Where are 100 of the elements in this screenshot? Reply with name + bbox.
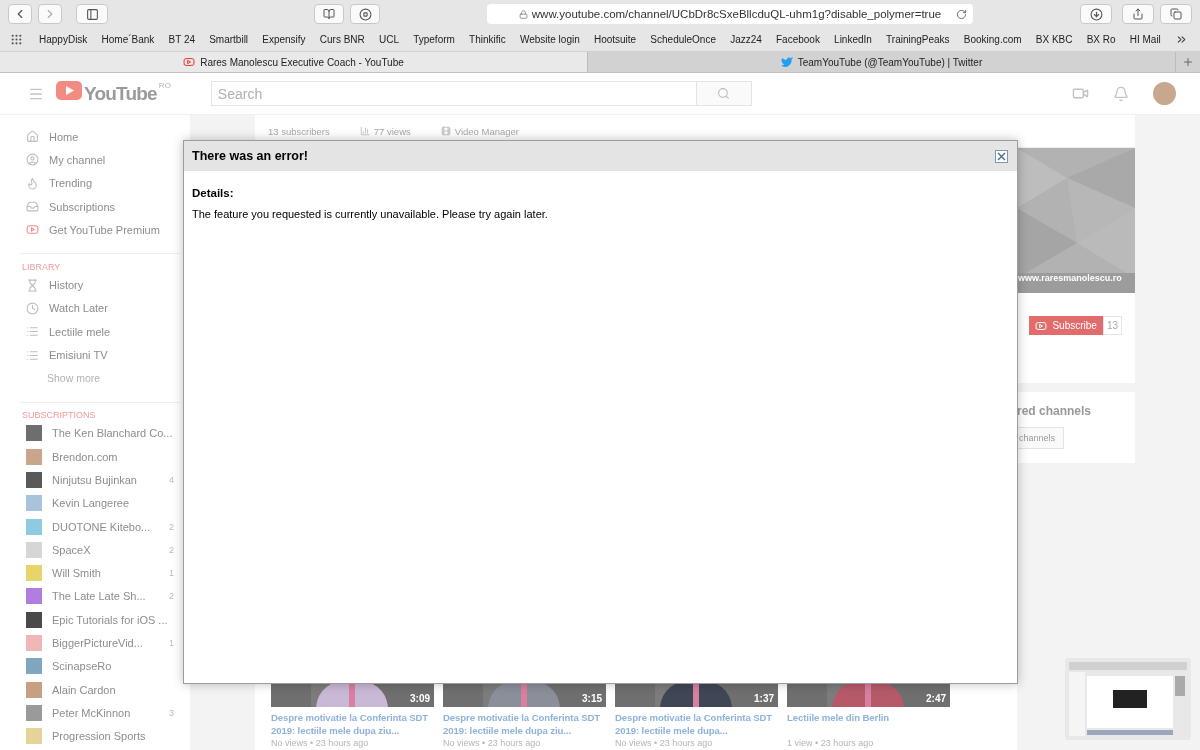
- unread-count: 4: [169, 474, 175, 485]
- bookmark-link[interactable]: Thinkific: [469, 34, 506, 45]
- download-button[interactable]: [1080, 4, 1112, 24]
- sidebar-item[interactable]: Progression Sports: [20, 724, 180, 748]
- sidebar-item[interactable]: Epic Tutorials for iOS ...: [20, 608, 180, 632]
- play-button-icon: [26, 223, 39, 237]
- video-meta: No views • 23 hours ago: [443, 737, 542, 750]
- bookmark-link[interactable]: Home´Bank: [101, 34, 155, 45]
- share-button[interactable]: [1122, 4, 1154, 24]
- address-bar[interactable]: www.youtube.com/channel/UCbDr8cSxeBllcduQL-uhm1g?disable_polymer=true: [487, 4, 973, 24]
- bookmark-link[interactable]: Typeform: [413, 34, 455, 45]
- unread-count: 1: [169, 638, 175, 648]
- browser-tab[interactable]: Rares Manolescu Executive Coach - YouTube: [0, 52, 588, 72]
- video-title[interactable]: Despre motivatie la Conferinta SDT 2019: lectiile mele dupa...: [615, 711, 778, 737]
- unread-count: 3: [169, 707, 175, 718]
- play-logo-icon: [56, 80, 82, 100]
- subscriptions-icon: [26, 200, 39, 214]
- sidebar-item[interactable]: ScinapseRo: [20, 654, 180, 678]
- video-title[interactable]: Despre motivatie la Conferinta SDT 2019: lectiile mele dupa ziu...: [443, 711, 606, 737]
- list-icon: [26, 348, 39, 362]
- bar-chart-icon: [359, 126, 370, 136]
- video-title[interactable]: Despre motivatie la Conferinta SDT 2019: lectiile mele dupa ziu...: [271, 711, 434, 737]
- sidebar-item[interactable]: BiggerPictureVid... 1: [20, 631, 180, 655]
- bookmark-link[interactable]: Smartbill: [209, 34, 249, 45]
- plus-icon: [1182, 56, 1194, 68]
- show-more-link[interactable]: Show more: [20, 366, 180, 390]
- details-label: Details:: [192, 187, 235, 199]
- sidebar-item[interactable]: Alain Cardon: [20, 677, 180, 702]
- sidebar-item[interactable]: The Late Late Sh... 2: [20, 584, 180, 609]
- unread-count: 2: [169, 521, 175, 532]
- stop-icon: [358, 7, 372, 21]
- bookmark-link[interactable]: UCL: [379, 34, 399, 45]
- search-field[interactable]: Search: [210, 81, 697, 106]
- sidebar-button[interactable]: [76, 4, 108, 24]
- subscribe-button[interactable]: Subscribe: [1029, 316, 1103, 335]
- bird-icon: [780, 56, 793, 68]
- share-icon: [1132, 8, 1144, 20]
- sidebar-item[interactable]: SpaceX 2: [20, 538, 180, 562]
- video-manager-link[interactable]: Video Manager: [454, 125, 519, 137]
- card-heading: red channels: [1017, 404, 1092, 418]
- sidebar-item[interactable]: Peter McKinnon 3: [20, 701, 180, 725]
- bookmark-link[interactable]: BX KBC: [1035, 34, 1073, 45]
- stat-text: 13 subscribers: [268, 125, 330, 137]
- sidebar-item[interactable]: History: [20, 273, 180, 297]
- duration-label: 3:15: [582, 693, 602, 704]
- bookmark-link[interactable]: TrainingPeaks: [886, 34, 950, 45]
- book-button[interactable]: [314, 4, 344, 24]
- sidebar-item[interactable]: Watch Later: [20, 296, 180, 321]
- bookmark-link[interactable]: HappyDisk: [39, 34, 88, 45]
- home-icon: [26, 130, 39, 144]
- bookmark-link[interactable]: ScheduleOnce: [650, 34, 716, 45]
- sidebar-icon: [85, 7, 99, 21]
- chevrons-right-icon[interactable]: [1175, 33, 1188, 46]
- tabs-icon: [1170, 8, 1182, 20]
- sidebar-item[interactable]: Lectiile mele: [20, 320, 180, 344]
- download-icon: [1089, 7, 1103, 21]
- tabs-button[interactable]: [1160, 4, 1192, 24]
- close-icon: [997, 151, 1006, 161]
- sidebar-item[interactable]: Will Smith 1: [20, 561, 180, 585]
- hourglass-icon: [26, 278, 39, 292]
- sidebar-item[interactable]: Trending: [20, 171, 180, 195]
- bookmark-link[interactable]: Hootsuite: [593, 34, 637, 45]
- bookmark-link[interactable]: Booking.com: [963, 34, 1022, 45]
- sidebar-item[interactable]: Home: [20, 125, 180, 149]
- bookmark-link[interactable]: BT 24: [168, 34, 195, 45]
- sidebar-item[interactable]: DUOTONE Kitebo... 2: [20, 514, 180, 539]
- stat-text: 77 views: [373, 125, 411, 137]
- sidebar-item[interactable]: Subscriptions: [20, 194, 180, 219]
- video-meta: 1 view • 23 hours ago: [787, 737, 875, 750]
- bookmark-link[interactable]: Facebook: [776, 34, 820, 45]
- bookmark-link[interactable]: Website login: [519, 34, 580, 45]
- sidebar-item[interactable]: My channel: [20, 148, 180, 172]
- section-heading: SUBSCRIPTIONS: [20, 401, 180, 422]
- film-icon: [440, 126, 451, 136]
- sidebar-item[interactable]: Emisiuni TV: [20, 343, 180, 367]
- bell-icon[interactable]: [1113, 85, 1129, 102]
- bookmark-link[interactable]: HI Mail: [1129, 34, 1161, 45]
- close-button[interactable]: [995, 149, 1008, 163]
- grid-icon[interactable]: [10, 33, 23, 46]
- bookmark-link[interactable]: Curs BNR: [319, 34, 365, 45]
- bookmark-link[interactable]: Jazz24: [730, 34, 762, 45]
- video-title[interactable]: Lectiile mele din Berlin: [787, 711, 950, 737]
- sidebar-item[interactable]: Get YouTube Premium: [20, 218, 180, 242]
- account-avatar[interactable]: [1153, 82, 1176, 105]
- bookmark-link[interactable]: Expensify: [262, 34, 306, 45]
- sidebar-item[interactable]: Ninjutsu Bujinkan 4: [20, 468, 180, 492]
- sidebar-item[interactable]: Kevin Langeree: [20, 491, 180, 515]
- forward-button[interactable]: [38, 4, 62, 24]
- book-icon: [323, 8, 335, 20]
- account-circle-icon: [26, 153, 39, 167]
- channels-button[interactable]: channels: [1017, 427, 1065, 449]
- reload-icon[interactable]: [956, 8, 967, 20]
- unread-count: 2: [169, 544, 175, 555]
- bookmark-link[interactable]: LinkedIn: [834, 34, 872, 45]
- duration-label: 1:37: [754, 693, 774, 704]
- sidebar-item[interactable]: The Ken Blanchard Co...: [20, 421, 180, 445]
- back-button[interactable]: [8, 4, 32, 24]
- sidebar-item[interactable]: Brendon.com: [20, 444, 180, 469]
- stop-button[interactable]: [350, 4, 380, 24]
- bookmark-link[interactable]: BX Ro: [1086, 34, 1116, 45]
